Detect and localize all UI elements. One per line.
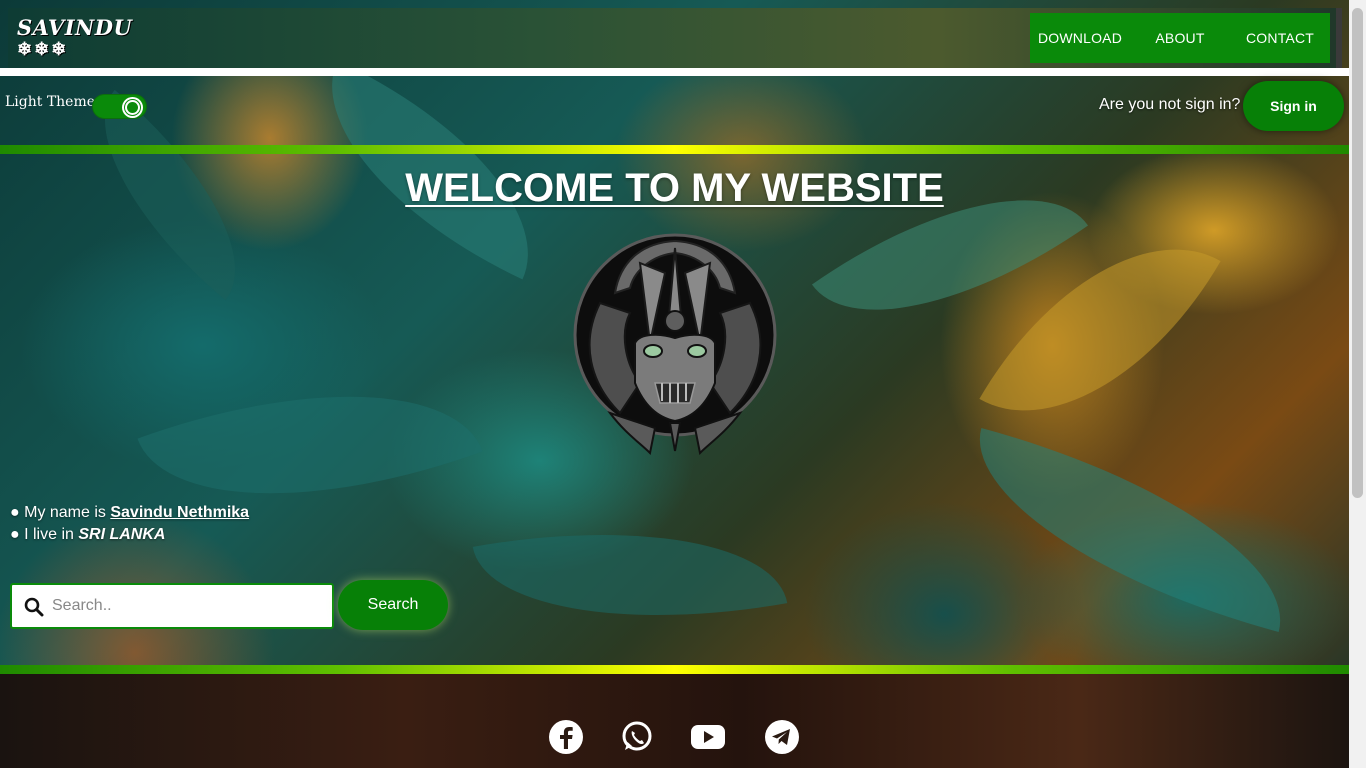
- main-nav: DOWNLOAD ABOUT CONTACT: [1030, 13, 1330, 63]
- nav-contact[interactable]: CONTACT: [1230, 30, 1330, 46]
- sign-in-button[interactable]: Sign in: [1243, 81, 1344, 131]
- telegram-icon[interactable]: [764, 719, 800, 755]
- scrollbar-thumb[interactable]: [1352, 8, 1363, 498]
- samurai-mask-logo: [573, 233, 777, 455]
- footer: [0, 674, 1349, 768]
- theme-toggle[interactable]: [92, 94, 147, 119]
- author-location: SRI LANKA: [78, 526, 166, 543]
- page-title: WELCOME TO MY WEBSITE: [405, 166, 944, 210]
- search-input[interactable]: [52, 593, 322, 619]
- header-divider: [0, 68, 1349, 76]
- signin-question: Are you not sign in?: [1099, 96, 1241, 113]
- info-location-line: ● I live in SRI LANKA: [10, 524, 249, 546]
- search-box: [10, 583, 334, 629]
- theme-label: Light Theme: [5, 94, 96, 110]
- gradient-divider-bottom: [0, 665, 1349, 674]
- search-icon: [24, 597, 44, 617]
- nav-download[interactable]: DOWNLOAD: [1030, 30, 1130, 46]
- author-name: Savindu Nethmika: [110, 504, 250, 521]
- info-name-prefix: ● My name is: [10, 504, 111, 521]
- top-header: SAVINDU ❄❄❄ DOWNLOAD ABOUT CONTACT: [8, 8, 1342, 68]
- youtube-icon[interactable]: [690, 719, 726, 755]
- nav-about[interactable]: ABOUT: [1130, 30, 1230, 46]
- page-scrollbar[interactable]: [1349, 0, 1366, 768]
- brand-logo-text[interactable]: SAVINDU ❄❄❄: [17, 17, 132, 61]
- facebook-icon[interactable]: [548, 719, 584, 755]
- search-button[interactable]: Search: [338, 580, 448, 630]
- snowflake-icons: ❄❄❄: [17, 39, 69, 60]
- about-info: ● My name is Savindu Nethmika ● I live i…: [10, 502, 249, 546]
- info-name-line: ● My name is Savindu Nethmika: [10, 502, 249, 524]
- whatsapp-icon[interactable]: [619, 719, 655, 755]
- info-location-prefix: ● I live in: [10, 526, 79, 543]
- gradient-divider-top: [0, 145, 1349, 154]
- toggle-knob: [122, 97, 143, 118]
- sun-icon: [127, 102, 138, 113]
- brand-name: SAVINDU: [17, 15, 133, 40]
